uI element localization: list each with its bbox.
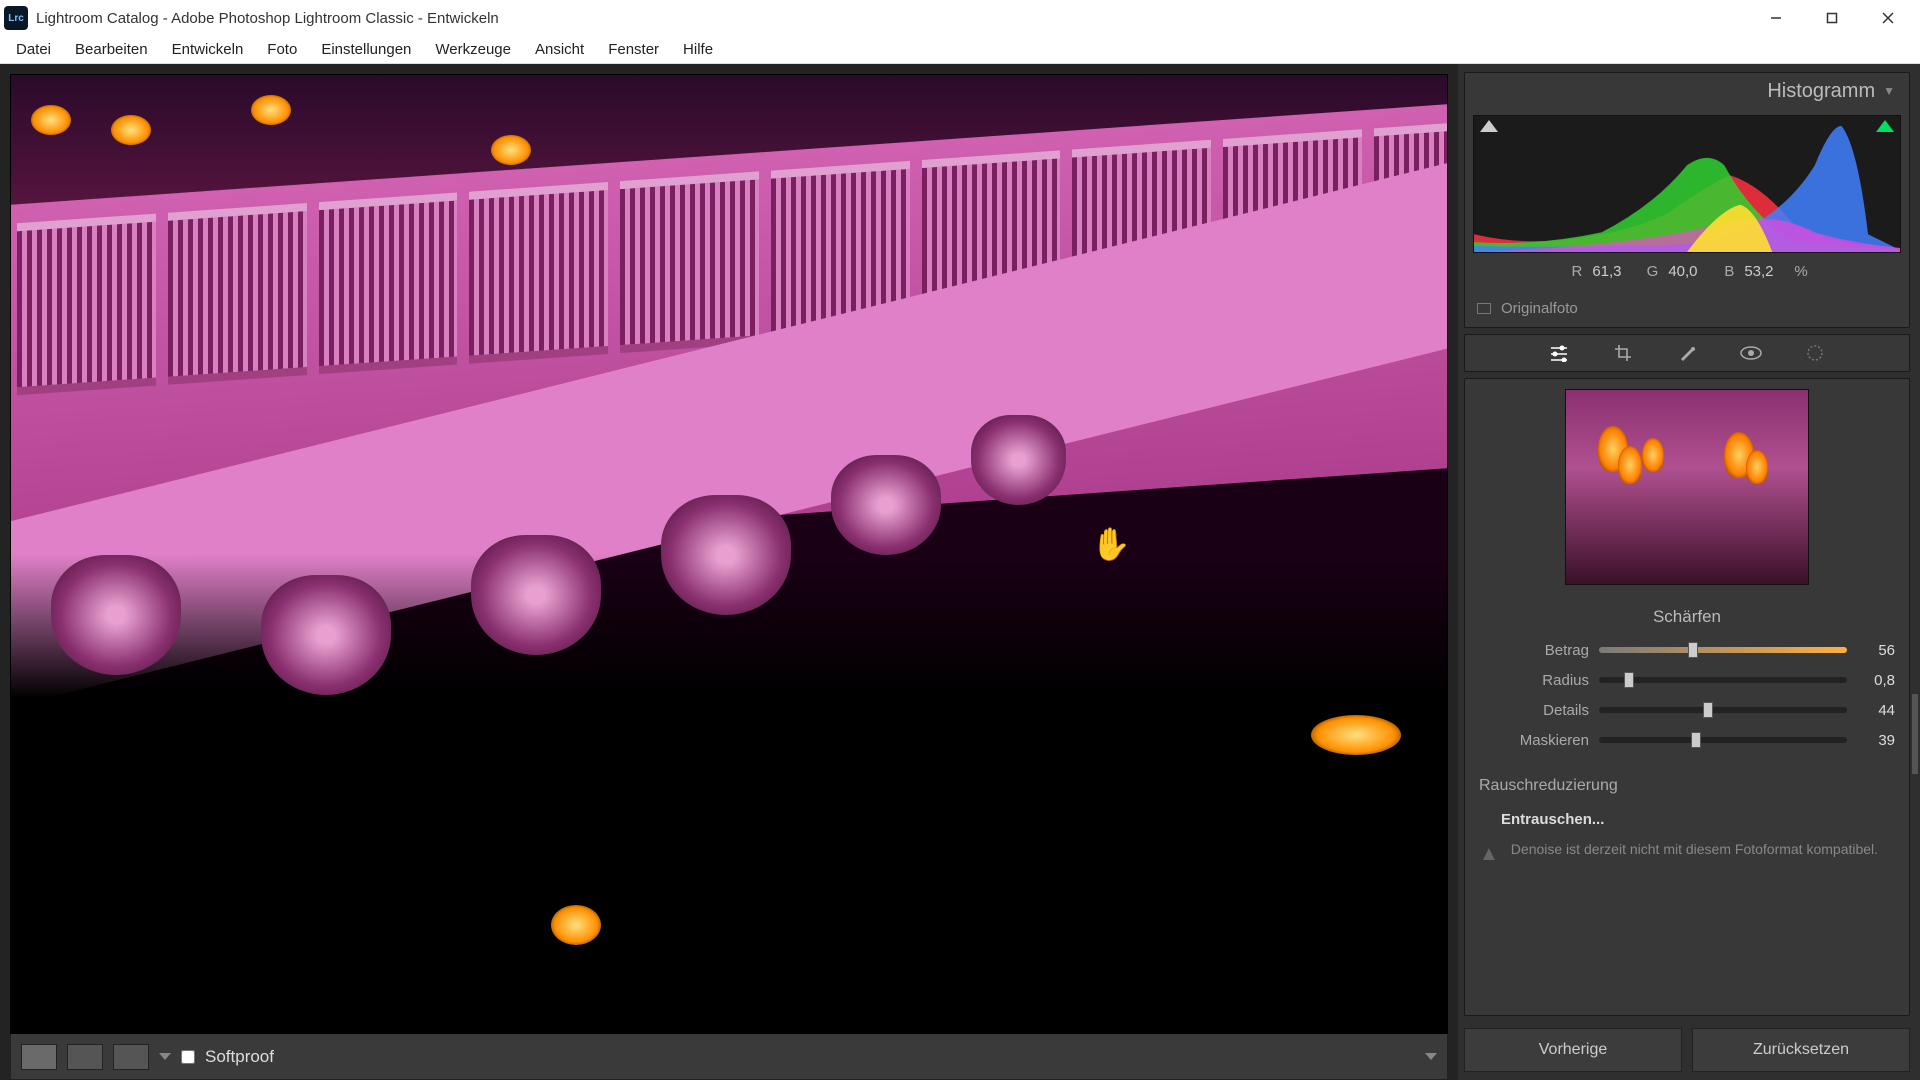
- histogram-panel-header[interactable]: Histogramm ▼: [1465, 73, 1909, 109]
- menubar: Datei Bearbeiten Entwickeln Foto Einstel…: [0, 36, 1920, 64]
- sharpen-radius-value: 0,8: [1857, 672, 1895, 689]
- denoise-warning: ▲ Denoise ist derzeit nicht mit diesem F…: [1479, 840, 1895, 868]
- view-mode-split-button[interactable]: [113, 1044, 149, 1070]
- view-mode-dropdown-icon[interactable]: [159, 1053, 171, 1060]
- sharpen-mask-slider[interactable]: Maskieren 39: [1479, 725, 1895, 755]
- menu-bearbeiten[interactable]: Bearbeiten: [63, 36, 160, 64]
- sharpen-radius-label: Radius: [1479, 672, 1589, 689]
- menu-einstellungen[interactable]: Einstellungen: [309, 36, 423, 64]
- previous-button[interactable]: Vorherige: [1464, 1028, 1682, 1072]
- heal-brush-tool-icon[interactable]: [1676, 342, 1698, 364]
- crop-tool-icon[interactable]: [1612, 342, 1634, 364]
- sharpen-amount-slider[interactable]: Betrag 56: [1479, 635, 1895, 665]
- sharpen-detail-slider[interactable]: Details 44: [1479, 695, 1895, 725]
- develop-toolstrip: [1464, 334, 1910, 372]
- image-preview[interactable]: ✋: [10, 74, 1448, 1034]
- menu-werkzeuge[interactable]: Werkzeuge: [423, 36, 523, 64]
- menu-foto[interactable]: Foto: [255, 36, 309, 64]
- masking-tool-icon[interactable]: [1804, 342, 1826, 364]
- redeye-tool-icon[interactable]: [1740, 342, 1762, 364]
- original-photo-icon: [1477, 303, 1491, 314]
- sharpen-section-title: Schärfen: [1465, 603, 1909, 635]
- cursor-hand-icon: ✋: [1091, 525, 1131, 563]
- edit-sliders-tool-icon[interactable]: [1548, 342, 1570, 364]
- menu-entwickeln[interactable]: Entwickeln: [160, 36, 256, 64]
- histogram-title: Histogramm: [1767, 80, 1875, 103]
- panel-scrollbar[interactable]: [1912, 694, 1918, 774]
- chevron-down-icon: ▼: [1883, 84, 1895, 98]
- denoise-warning-text: Denoise ist derzeit nicht mit diesem Fot…: [1511, 840, 1878, 868]
- window-titlebar: Lrc Lightroom Catalog - Adobe Photoshop …: [0, 0, 1920, 36]
- softproof-checkbox[interactable]: [181, 1050, 195, 1064]
- noise-reduction-title: Rauschreduzierung: [1479, 777, 1895, 809]
- right-panel: Histogramm ▼ R61,3 G40: [1458, 64, 1920, 1080]
- menu-fenster[interactable]: Fenster: [596, 36, 671, 64]
- denoise-button[interactable]: Entrauschen...: [1501, 809, 1895, 840]
- window-minimize-button[interactable]: [1748, 0, 1804, 36]
- sharpen-radius-slider[interactable]: Radius 0,8: [1479, 665, 1895, 695]
- reset-button[interactable]: Zurücksetzen: [1692, 1028, 1910, 1072]
- original-photo-label: Originalfoto: [1501, 300, 1578, 317]
- toolbar-options-dropdown-icon[interactable]: [1425, 1053, 1437, 1060]
- detail-panel: Schärfen Betrag 56 Radius 0,8 Details 44: [1464, 378, 1910, 1016]
- detail-preview-thumbnail[interactable]: [1565, 389, 1809, 585]
- warning-icon: ▲: [1479, 840, 1499, 868]
- secondary-toolbar: Softproof: [10, 1034, 1448, 1080]
- app-icon: Lrc: [4, 6, 28, 30]
- view-mode-before-after-button[interactable]: [67, 1044, 103, 1070]
- histogram-rgb-readout: R61,3 G40,0 B53,2 %: [1473, 253, 1901, 280]
- original-photo-toggle[interactable]: Originalfoto: [1465, 290, 1909, 327]
- window-maximize-button[interactable]: [1804, 0, 1860, 36]
- sharpen-mask-label: Maskieren: [1479, 732, 1589, 749]
- menu-datei[interactable]: Datei: [4, 36, 63, 64]
- view-mode-loupe-button[interactable]: [21, 1044, 57, 1070]
- menu-ansicht[interactable]: Ansicht: [523, 36, 596, 64]
- sharpen-amount-label: Betrag: [1479, 642, 1589, 659]
- menu-hilfe[interactable]: Hilfe: [671, 36, 725, 64]
- sharpen-amount-value: 56: [1857, 642, 1895, 659]
- softproof-label: Softproof: [205, 1047, 274, 1067]
- window-title: Lightroom Catalog - Adobe Photoshop Ligh…: [36, 10, 1748, 27]
- sharpen-mask-value: 39: [1857, 732, 1895, 749]
- histogram-chart[interactable]: [1473, 115, 1901, 253]
- sharpen-detail-label: Details: [1479, 702, 1589, 719]
- sharpen-detail-value: 44: [1857, 702, 1895, 719]
- window-close-button[interactable]: [1860, 0, 1916, 36]
